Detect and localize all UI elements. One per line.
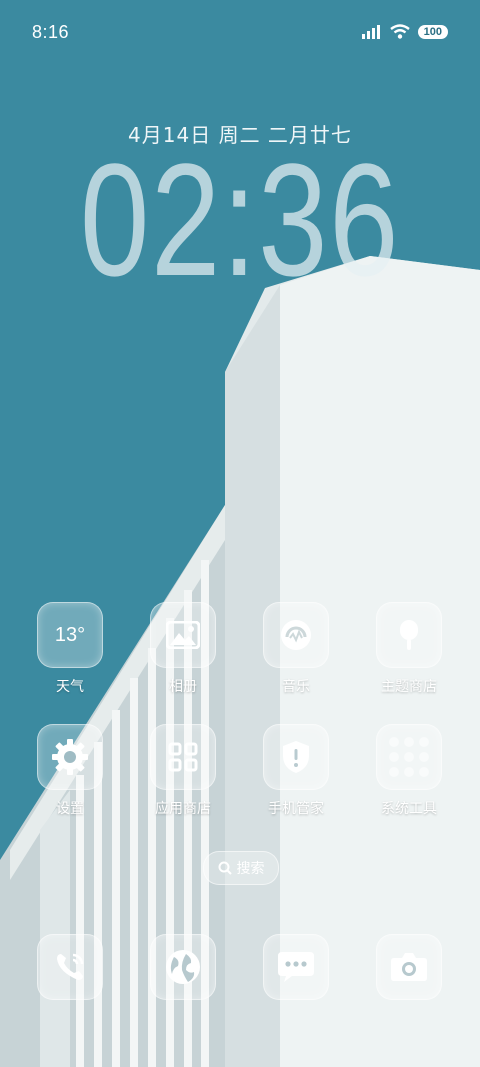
- phone-icon: [37, 934, 103, 1000]
- tools-folder-icon: [376, 724, 442, 790]
- app-theme-store[interactable]: 主题商店: [359, 602, 459, 696]
- wifi-icon: [389, 24, 410, 39]
- music-icon: [263, 602, 329, 668]
- messages-icon: [263, 934, 329, 1000]
- dock-messages[interactable]: [246, 934, 346, 1000]
- dock-phone[interactable]: [20, 934, 120, 1000]
- app-label: 相册: [169, 679, 197, 695]
- status-icons: 100: [361, 24, 448, 39]
- search-label: 搜索: [236, 861, 265, 877]
- search-icon: [218, 861, 232, 875]
- signal-icon: [361, 24, 380, 39]
- security-shield-icon: [263, 724, 329, 790]
- status-time: 8:16: [32, 22, 70, 42]
- browser-icon: [150, 934, 216, 1000]
- dock-camera[interactable]: [359, 934, 459, 1000]
- theme-store-icon: [376, 602, 442, 668]
- battery-indicator: 100: [417, 24, 448, 39]
- app-label: 手机管家: [268, 801, 324, 817]
- app-label: 应用商店: [155, 801, 211, 817]
- lockscreen-clock: 02:36: [79, 130, 401, 309]
- settings-gear-icon: [37, 724, 103, 790]
- app-label: 主题商店: [381, 679, 437, 695]
- app-label: 天气: [56, 679, 84, 695]
- weather-temperature: 13°: [54, 623, 86, 646]
- weather-icon: 13°: [37, 602, 103, 668]
- app-music[interactable]: 音乐: [246, 602, 346, 696]
- app-security[interactable]: 手机管家: [246, 724, 346, 818]
- app-label: 音乐: [282, 679, 310, 695]
- dock-browser[interactable]: [133, 934, 233, 1000]
- app-tools-folder[interactable]: 系统工具: [359, 724, 459, 818]
- app-store-icon: [150, 724, 216, 790]
- app-gallery[interactable]: 相册: [133, 602, 233, 696]
- camera-icon: [376, 934, 442, 1000]
- gallery-icon: [150, 602, 216, 668]
- app-label: 系统工具: [381, 801, 437, 817]
- app-weather[interactable]: 13° 天气: [20, 602, 120, 696]
- status-bar: 8:16 100: [0, 0, 480, 68]
- app-settings[interactable]: 设置: [20, 724, 120, 818]
- search-button[interactable]: 搜索: [203, 851, 279, 885]
- app-label: 设置: [56, 801, 84, 817]
- app-app-store[interactable]: 应用商店: [133, 724, 233, 818]
